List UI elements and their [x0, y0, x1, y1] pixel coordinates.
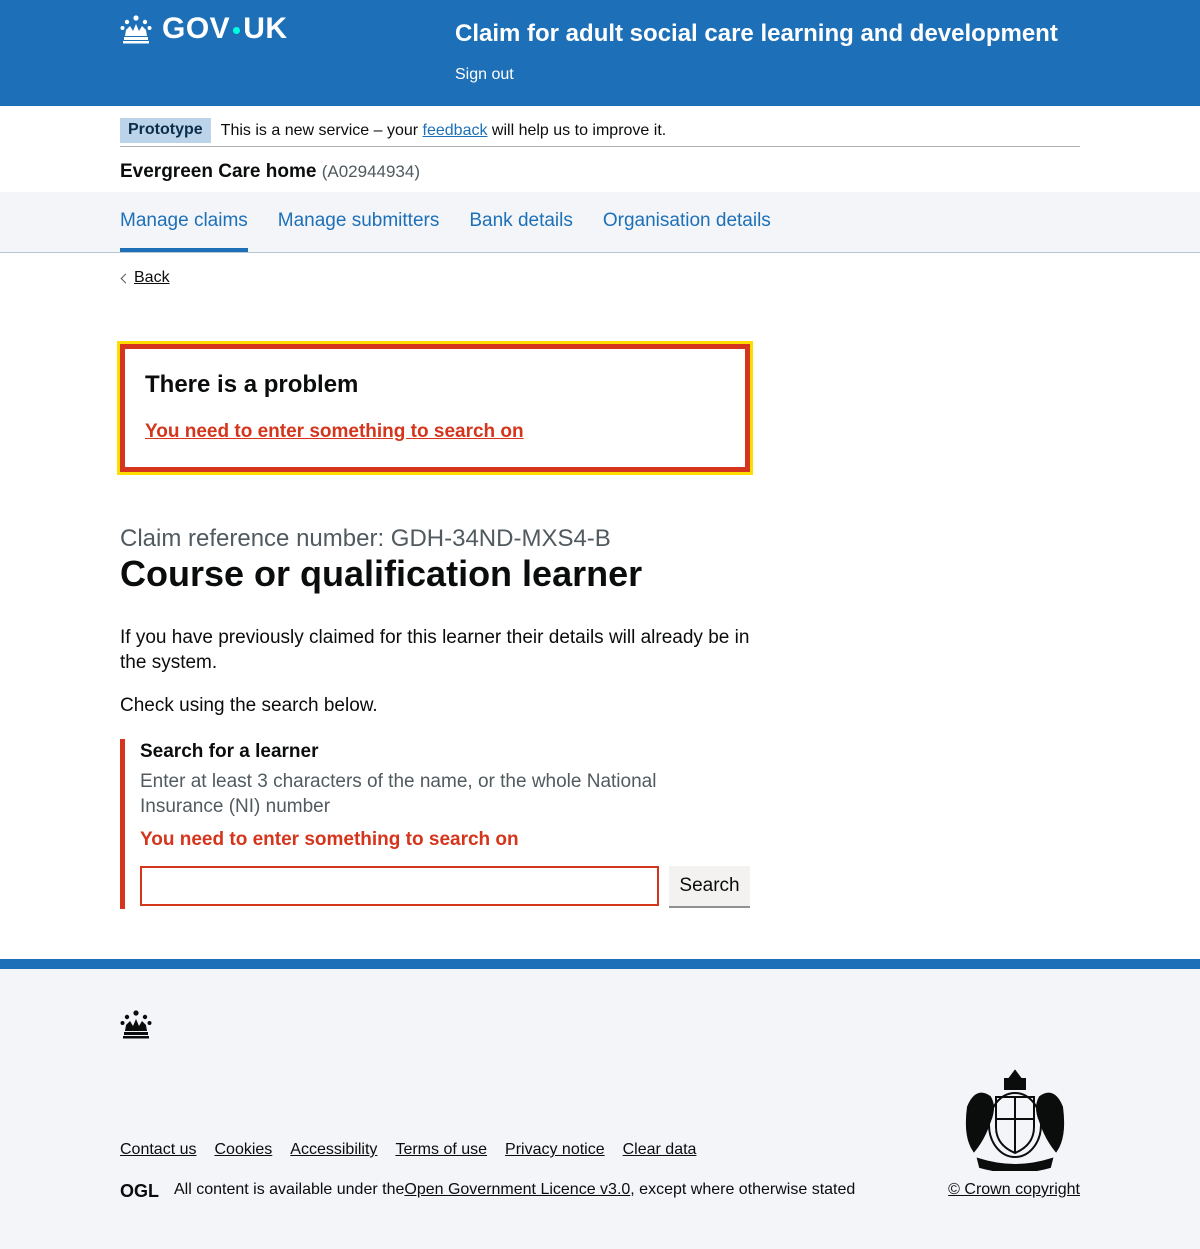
licence-text-before: All content is available under the [174, 1181, 405, 1198]
tab-bank-details[interactable]: Bank details [469, 192, 573, 252]
footer-link-privacy-notice[interactable]: Privacy notice [505, 1141, 605, 1159]
crown-icon [120, 15, 152, 44]
logo-text-uk: UK [243, 12, 288, 45]
site-header: GOV UK Claim for adult social care learn… [0, 0, 1200, 106]
error-summary-title: There is a problem [145, 371, 359, 398]
logo-text-gov: GOV [162, 12, 231, 45]
intro-paragraph: If you have previously claimed for this … [120, 627, 750, 673]
service-name[interactable]: Claim for adult social care learning and… [455, 20, 1058, 48]
search-hint: Enter at least 3 characters of the name,… [140, 771, 657, 817]
footer-links: Contact us Cookies Accessibility Terms o… [120, 1141, 714, 1159]
crown-copyright: © Crown copyright [948, 1181, 1080, 1199]
feedback-link[interactable]: feedback [423, 122, 488, 139]
phase-tag: Prototype [120, 118, 211, 143]
logo-dot [233, 26, 241, 34]
ogl-logo-icon: OGL [120, 1182, 159, 1199]
organisation-header: Evergreen Care home (A02944934) [120, 147, 1080, 191]
tab-organisation-details[interactable]: Organisation details [603, 192, 771, 252]
phase-text-after: will help us to improve it. [487, 121, 667, 139]
footer-link-terms-of-use[interactable]: Terms of use [395, 1141, 487, 1159]
footer-link-clear-data[interactable]: Clear data [623, 1141, 697, 1159]
site-footer: Contact us Cookies Accessibility Terms o… [0, 959, 1200, 1249]
search-label: Search for a learner [140, 741, 319, 762]
claim-reference-caption: Claim reference number: GDH-34ND-MXS4-B [120, 525, 611, 552]
sign-out-link[interactable]: Sign out [455, 66, 514, 84]
royal-coat-of-arms-icon [965, 1069, 1065, 1171]
search-input[interactable] [140, 866, 659, 906]
footer-link-contact-us[interactable]: Contact us [120, 1141, 196, 1159]
footer-link-accessibility[interactable]: Accessibility [290, 1141, 377, 1159]
govuk-logo[interactable]: GOV UK [120, 12, 288, 46]
tab-manage-claims[interactable]: Manage claims [120, 192, 248, 252]
organisation-id: (A02944934) [321, 162, 421, 181]
phase-text-before: This is a new service – your [220, 121, 423, 139]
svg-text:OGL: OGL [120, 1182, 159, 1199]
instruction-paragraph: Check using the search below. [120, 695, 378, 716]
error-summary: There is a problem You need to enter som… [117, 341, 753, 475]
search-row: Search [140, 866, 750, 906]
page-title: Course or qualification learner [120, 553, 643, 594]
crown-copyright-link[interactable]: © Crown copyright [948, 1181, 1080, 1198]
back-link-label: Back [134, 269, 170, 286]
open-government-licence-link[interactable]: Open Government Licence v3.0 [404, 1181, 630, 1199]
chevron-left-icon [120, 273, 131, 284]
phase-banner: Prototype This is a new service – your f… [120, 106, 1080, 147]
footer-link-cookies[interactable]: Cookies [214, 1141, 272, 1159]
tab-manage-submitters[interactable]: Manage submitters [278, 192, 440, 252]
crown-icon [120, 1010, 152, 1039]
search-button[interactable]: Search [669, 866, 750, 906]
organisation-name: Evergreen Care home [120, 161, 317, 182]
sub-navigation: Manage claims Manage submitters Bank det… [0, 192, 1200, 253]
main-content: Back There is a problem You need to ente… [117, 253, 1080, 959]
licence-text-after: , except where otherwise stated [630, 1181, 856, 1198]
phase-text: This is a new service – your feedback wi… [221, 122, 667, 140]
licence-statement: OGL All content is available under the O… [120, 1181, 855, 1199]
back-link[interactable]: Back [120, 269, 170, 287]
search-error-message: You need to enter something to search on [140, 829, 519, 850]
search-form-group: Search for a learner Enter at least 3 ch… [120, 739, 750, 909]
error-summary-link[interactable]: You need to enter something to search on [145, 421, 524, 442]
